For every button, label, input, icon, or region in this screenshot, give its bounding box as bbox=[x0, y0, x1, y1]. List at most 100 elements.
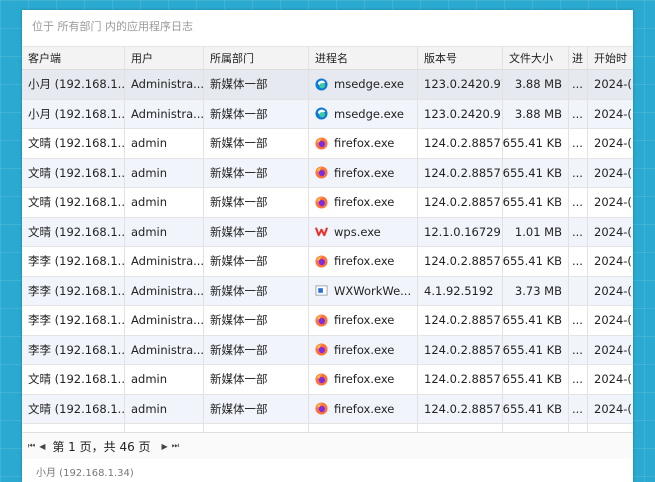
header-user[interactable]: 用户 bbox=[125, 47, 204, 69]
cell-client: 小月 (192.168.1... bbox=[22, 70, 125, 99]
cell-user: admin bbox=[125, 365, 204, 394]
cell-department-text: 新媒体一部 bbox=[210, 224, 268, 239]
cell-version-text: 124.0.2.8857 bbox=[424, 313, 501, 328]
cell-process-extra: ... bbox=[569, 188, 588, 217]
cell-process-extra: ... bbox=[569, 70, 588, 99]
wps-icon bbox=[314, 225, 329, 238]
cell-department-text: 新媒体一部 bbox=[210, 372, 268, 387]
prev-page-button[interactable]: ◀ bbox=[39, 442, 45, 451]
cell-start-time-text: 2024-( bbox=[594, 372, 632, 387]
edge-icon bbox=[315, 78, 328, 91]
cell-client: 文晴 (192.168.1... bbox=[22, 188, 125, 217]
next-page-button[interactable]: ▶ bbox=[162, 442, 168, 451]
last-page-button[interactable]: ⏭ bbox=[172, 441, 179, 451]
header-version[interactable]: 版本号 bbox=[418, 47, 503, 69]
cell-department: 新媒体一部 bbox=[204, 70, 309, 99]
cell-start-time: 2024-( bbox=[588, 277, 633, 306]
table-row[interactable]: 小月 (192.168.1... Administra... 新媒体一部 msedge… bbox=[22, 99, 633, 129]
cell-user-text: admin bbox=[131, 372, 168, 387]
cell-department: 新媒体一部 bbox=[204, 306, 309, 335]
firefox-icon bbox=[315, 402, 328, 415]
cell-department-text: 新媒体一部 bbox=[210, 77, 268, 92]
cell-process-text: firefox.exe bbox=[334, 136, 395, 151]
cell-department-text: 新媒体一部 bbox=[210, 342, 268, 357]
cell-client-text: 文晴 (192.168.1... bbox=[28, 165, 125, 180]
cell-process-text: firefox.exe bbox=[334, 372, 395, 387]
cell-department: 新媒体一部 bbox=[204, 335, 309, 364]
cell-user: Administra... bbox=[125, 247, 204, 276]
edge-icon bbox=[315, 107, 328, 120]
cell-start-time: 2024-( bbox=[588, 129, 633, 158]
cell-process: firefox.exe bbox=[309, 365, 418, 394]
table-row[interactable]: 李李 (192.168.1... Administra... 新媒体一部 firefo… bbox=[22, 306, 633, 336]
table-row[interactable]: 李李 (192.168.1... Administra... 新媒体一部 firefo… bbox=[22, 335, 633, 365]
header-department[interactable]: 所属部门 bbox=[204, 47, 309, 69]
cell-process-text: wps.exe bbox=[334, 224, 381, 239]
firefox-icon bbox=[315, 343, 328, 356]
cell-process-extra-text: ... bbox=[572, 342, 583, 357]
header-process-extra[interactable]: 进 bbox=[569, 47, 588, 69]
app-log-table: 客户端 用户 所属部门 进程名 版本号 文件大小 进 开始时 小月 (192.1… bbox=[22, 46, 633, 454]
cell-user-text: admin bbox=[131, 224, 168, 239]
header-client[interactable]: 客户端 bbox=[22, 47, 125, 69]
cell-process-text: firefox.exe bbox=[334, 401, 395, 416]
cell-process-extra-text: ... bbox=[572, 313, 583, 328]
firefox-icon bbox=[315, 373, 328, 386]
header-start-time[interactable]: 开始时 bbox=[588, 47, 633, 69]
cell-start-time-text: 2024-( bbox=[594, 77, 632, 92]
cell-start-time: 2024-( bbox=[588, 395, 633, 424]
header-process[interactable]: 进程名 bbox=[309, 47, 418, 69]
cell-start-time-text: 2024-( bbox=[594, 165, 632, 180]
cell-client: 李李 (192.168.1... bbox=[22, 335, 125, 364]
cell-process-extra: ... bbox=[569, 306, 588, 335]
cell-user-text: admin bbox=[131, 195, 168, 210]
table-row[interactable]: 文晴 (192.168.1... admin 新媒体一部 wps.exe 12.1.0.… bbox=[22, 217, 633, 247]
cell-version-text: 123.0.2420.97 bbox=[424, 106, 503, 121]
cell-process-text: firefox.exe bbox=[334, 254, 395, 269]
table-row[interactable]: 文晴 (192.168.1... admin 新媒体一部 firefox.exe 124… bbox=[22, 188, 633, 218]
cell-version: 123.0.2420.97 bbox=[418, 99, 503, 128]
cell-process-text: msedge.exe bbox=[334, 106, 404, 121]
cell-department-text: 新媒体一部 bbox=[210, 195, 268, 210]
cell-version-text: 124.0.2.8857 bbox=[424, 136, 501, 151]
cell-file-size-text: 655.41 KB bbox=[503, 254, 562, 269]
cell-client-text: 李李 (192.168.1... bbox=[28, 313, 125, 328]
cell-process: firefox.exe bbox=[309, 247, 418, 276]
header-file-size[interactable]: 文件大小 bbox=[503, 47, 569, 69]
cell-start-time-text: 2024-( bbox=[594, 136, 632, 151]
table-row[interactable]: 文晴 (192.168.1... admin 新媒体一部 firefox.exe 124… bbox=[22, 158, 633, 188]
cell-user-text: admin bbox=[131, 401, 168, 416]
first-page-button[interactable]: ⏮ bbox=[28, 441, 35, 451]
cell-user-text: Administra... bbox=[131, 77, 204, 92]
firefox-icon bbox=[315, 314, 328, 327]
cell-process-extra: ... bbox=[569, 365, 588, 394]
cell-file-size-text: 655.41 KB bbox=[503, 195, 562, 210]
table-row[interactable]: 李李 (192.168.1... Administra... 新媒体一部 WXWork… bbox=[22, 276, 633, 306]
cell-process-text: msedge.exe bbox=[334, 77, 404, 92]
cell-user: admin bbox=[125, 129, 204, 158]
cell-department-text: 新媒体一部 bbox=[210, 401, 268, 416]
cell-process-extra-text: ... bbox=[572, 77, 583, 92]
table-row[interactable]: 文晴 (192.168.1... admin 新媒体一部 firefox.exe 124… bbox=[22, 365, 633, 395]
firefox-icon bbox=[315, 196, 328, 209]
cell-client-text: 李李 (192.168.1... bbox=[28, 342, 125, 357]
cell-start-time-text: 2024-( bbox=[594, 254, 632, 269]
cell-start-time: 2024-( bbox=[588, 159, 633, 188]
cell-user: admin bbox=[125, 158, 204, 187]
cell-process-extra-text: ... bbox=[572, 106, 583, 121]
cell-process-text: firefox.exe bbox=[334, 313, 395, 328]
cell-user-text: Administra... bbox=[131, 342, 204, 357]
table-row[interactable]: 文晴 (192.168.1... admin 新媒体一部 firefox.exe 124… bbox=[22, 129, 633, 159]
table-row[interactable]: 李李 (192.168.1... Administra... 新媒体一部 firefo… bbox=[22, 247, 633, 277]
cell-file-size: 655.41 KB bbox=[503, 247, 569, 276]
cell-user: admin bbox=[125, 188, 204, 217]
cell-file-size: 655.41 KB bbox=[503, 335, 569, 364]
cell-version: 124.0.2.8857 bbox=[418, 188, 503, 217]
cell-version: 4.1.92.5192 bbox=[418, 276, 503, 305]
table-row[interactable]: 小月 (192.168.1... Administra... 新媒体一部 msedge… bbox=[22, 70, 633, 100]
cell-file-size-text: 3.88 MB bbox=[514, 77, 562, 92]
table-row[interactable]: 文晴 (192.168.1... admin 新媒体一部 firefox.exe 124… bbox=[22, 394, 633, 424]
firefox-icon bbox=[315, 255, 328, 268]
cell-start-time: 2024-( bbox=[588, 306, 633, 335]
cell-version-text: 12.1.0.16729 bbox=[424, 224, 501, 239]
